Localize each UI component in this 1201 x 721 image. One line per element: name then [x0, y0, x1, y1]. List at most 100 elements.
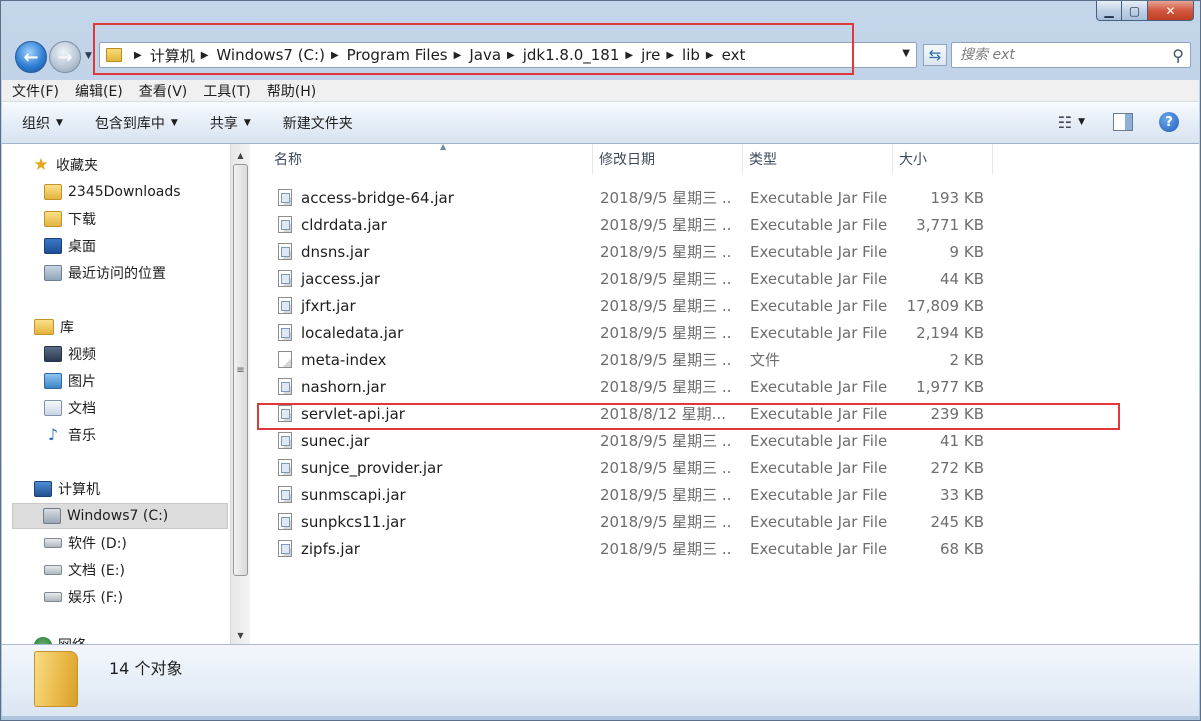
crumb-separator-icon[interactable]: ▶ [706, 50, 714, 61]
refresh-button[interactable]: ⇆ [923, 44, 947, 66]
address-dropdown-icon[interactable]: ▼ [902, 48, 910, 59]
search-icon[interactable]: ⚲ [1172, 46, 1184, 65]
sidebar-item-desktop[interactable]: 桌面 [44, 233, 96, 259]
maximize-button[interactable]: ▢ [1122, 1, 1148, 21]
minimize-button[interactable]: ▁ [1096, 1, 1122, 21]
table-row[interactable]: sunpkcs11.jar 2018/9/5 星期三 ... Executable … [270, 508, 1190, 535]
new-folder-button[interactable]: 新建文件夹 [283, 113, 353, 133]
sidebar-item-drive-f[interactable]: 娱乐 (F:) [44, 584, 123, 610]
navigation-scrollbar[interactable]: ▲ ≡ ▼ [230, 144, 250, 644]
table-row[interactable]: dnsns.jar 2018/9/5 星期三 ... Executable Jar … [270, 238, 1190, 265]
sidebar-item-label: 收藏夹 [56, 158, 98, 174]
organize-button[interactable]: 组织 ▼ [22, 113, 63, 133]
sidebar-item-2345downloads[interactable]: 2345Downloads [44, 179, 181, 205]
help-icon[interactable]: ? [1159, 112, 1179, 132]
scrollbar-thumb[interactable]: ≡ [233, 164, 248, 576]
address-row: ← → ▼ ▶ 计算机 ▶ Windows7 (C:) ▶ Program Fi… [11, 37, 1191, 77]
sidebar-item-drive-e[interactable]: 文档 (E:) [44, 557, 125, 583]
column-header-size[interactable]: 大小 [893, 144, 993, 174]
table-row[interactable]: jaccess.jar 2018/9/5 星期三 ... Executable Ja… [270, 265, 1190, 292]
column-header-type[interactable]: 类型 [743, 144, 893, 174]
include-in-library-button[interactable]: 包含到库中 ▼ [95, 113, 178, 133]
file-name: access-bridge-64.jar [301, 188, 454, 207]
sidebar-item-label: 网络 [58, 635, 86, 644]
crumb-separator-icon[interactable]: ▶ [134, 50, 142, 61]
forward-button[interactable]: → [49, 41, 81, 73]
sidebar-item-music[interactable]: ♪ 音乐 [44, 422, 96, 448]
jar-file-icon [278, 297, 292, 314]
table-row[interactable]: nashorn.jar 2018/9/5 星期三 ... Executable Ja… [270, 373, 1190, 400]
menu-edit[interactable]: 编辑(E) [75, 81, 123, 101]
address-bar[interactable]: ▶ 计算机 ▶ Windows7 (C:) ▶ Program Files ▶ … [99, 42, 917, 68]
table-row[interactable]: sunmscapi.jar 2018/9/5 星期三 ... Executable … [270, 481, 1190, 508]
share-button[interactable]: 共享 ▼ [210, 113, 251, 133]
search-input[interactable] [960, 47, 1160, 63]
recent-pages-chevron-down-icon[interactable]: ▼ [85, 51, 92, 61]
column-header-name[interactable]: 名称 ▲ [268, 142, 593, 174]
column-headers: 名称 ▲ 修改日期 类型 大小 [250, 142, 1199, 174]
jar-file-icon [278, 459, 292, 476]
file-date: 2018/9/5 星期三 ... [600, 459, 732, 477]
table-row[interactable]: localedata.jar 2018/9/5 星期三 ... Executable… [270, 319, 1190, 346]
breadcrumb-computer[interactable]: 计算机 [150, 45, 195, 66]
sidebar-favorites-header[interactable]: ★ 收藏夹 [32, 152, 98, 178]
sidebar-item-drive-c[interactable]: Windows7 (C:) [12, 503, 228, 529]
file-size: 239 KB [930, 404, 984, 423]
crumb-separator-icon[interactable]: ▶ [507, 50, 515, 61]
file-name: zipfs.jar [301, 539, 360, 558]
breadcrumb-jre[interactable]: jre [641, 46, 660, 64]
breadcrumb-drive-c[interactable]: Windows7 (C:) [216, 46, 325, 64]
breadcrumb-program-files[interactable]: Program Files [347, 46, 448, 64]
sidebar-computer-header[interactable]: 计算机 [34, 476, 100, 502]
scroll-up-icon[interactable]: ▲ [231, 146, 250, 164]
menu-help[interactable]: 帮助(H) [267, 81, 316, 101]
folder-icon [34, 651, 78, 707]
crumb-separator-icon[interactable]: ▶ [201, 50, 209, 61]
breadcrumb-jdk[interactable]: jdk1.8.0_181 [523, 46, 620, 64]
sidebar-item-pictures[interactable]: 图片 [44, 368, 96, 394]
table-row[interactable]: jfxrt.jar 2018/9/5 星期三 ... Executable Jar … [270, 292, 1190, 319]
preview-pane-icon[interactable] [1113, 113, 1133, 131]
crumb-separator-icon[interactable]: ▶ [331, 50, 339, 61]
downloads-folder-icon [44, 211, 62, 227]
jar-file-icon [278, 270, 292, 287]
jar-file-icon [278, 513, 292, 530]
file-name: servlet-api.jar [301, 404, 405, 423]
sidebar-network-header[interactable]: 网络 [34, 632, 86, 644]
search-box[interactable]: ⚲ [951, 42, 1191, 68]
breadcrumb-java[interactable]: Java [469, 46, 501, 64]
sidebar-item-drive-d[interactable]: 软件 (D:) [44, 530, 127, 556]
table-row[interactable]: access-bridge-64.jar 2018/9/5 星期三 ... Exec… [270, 184, 1190, 211]
scroll-down-icon[interactable]: ▼ [231, 626, 250, 644]
table-row[interactable]: meta-index 2018/9/5 星期三 ... 文件 2 KB [270, 346, 1190, 373]
sidebar-libraries-header[interactable]: 库 [34, 314, 74, 340]
view-options-icon[interactable]: ☷ [1058, 113, 1072, 132]
menu-view[interactable]: 查看(V) [139, 81, 188, 101]
sidebar-item-videos[interactable]: 视频 [44, 341, 96, 367]
menu-tools[interactable]: 工具(T) [203, 81, 250, 101]
table-row[interactable]: zipfs.jar 2018/9/5 星期三 ... Executable Jar … [270, 535, 1190, 562]
back-button[interactable]: ← [15, 41, 47, 73]
table-row[interactable]: servlet-api.jar 2018/8/12 星期... Executable… [270, 400, 1190, 427]
view-chevron-down-icon[interactable]: ▼ [1078, 117, 1085, 127]
sidebar-item-label: 最近访问的位置 [68, 266, 166, 282]
crumb-separator-icon[interactable]: ▶ [666, 50, 674, 61]
crumb-separator-icon[interactable]: ▶ [454, 50, 462, 61]
close-button[interactable]: ✕ [1148, 1, 1194, 21]
file-date: 2018/9/5 星期三 ... [600, 513, 732, 531]
file-size: 17,809 KB [906, 296, 984, 315]
column-header-date[interactable]: 修改日期 [593, 144, 743, 174]
sidebar-item-recent-places[interactable]: 最近访问的位置 [44, 260, 166, 286]
sidebar-item-downloads[interactable]: 下载 [44, 206, 96, 232]
details-pane: 14 个对象 [2, 644, 1199, 716]
table-row[interactable]: sunec.jar 2018/9/5 星期三 ... Executable Jar … [270, 427, 1190, 454]
table-row[interactable]: sunjce_provider.jar 2018/9/5 星期三 ... Execu… [270, 454, 1190, 481]
menu-file[interactable]: 文件(F) [12, 81, 59, 101]
crumb-separator-icon[interactable]: ▶ [625, 50, 633, 61]
sidebar-item-documents[interactable]: 文档 [44, 395, 96, 421]
file-type: Executable Jar File [750, 431, 888, 450]
breadcrumb-lib[interactable]: lib [682, 46, 700, 64]
breadcrumb-ext[interactable]: ext [722, 46, 746, 64]
chevron-down-icon: ▼ [170, 117, 178, 128]
table-row[interactable]: cldrdata.jar 2018/9/5 星期三 ... Executable J… [270, 211, 1190, 238]
